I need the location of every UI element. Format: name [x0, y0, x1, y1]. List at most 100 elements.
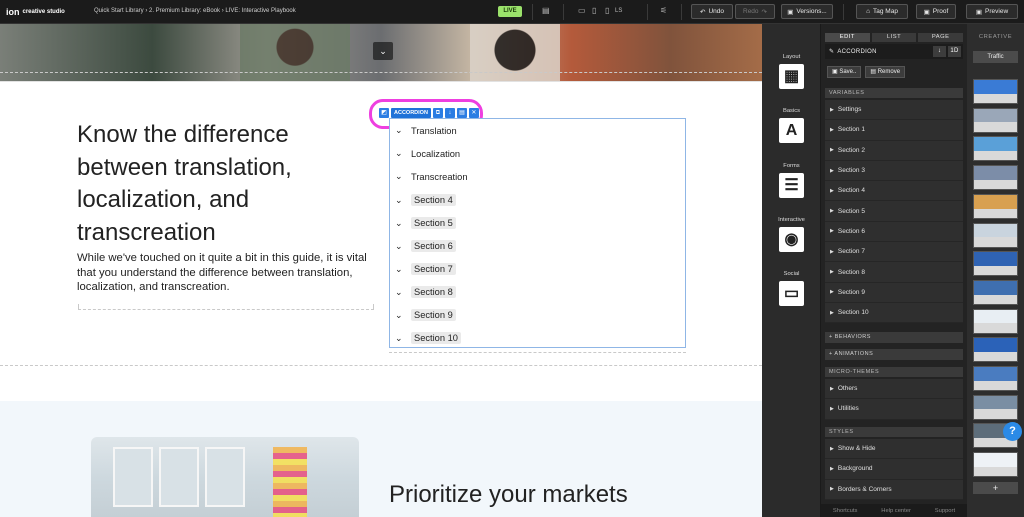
- select-icon[interactable]: ◩: [379, 108, 389, 118]
- animations-toggle[interactable]: + ANIMATIONS: [825, 349, 963, 360]
- micro-theme-item[interactable]: ▶ Others: [825, 379, 963, 400]
- chevron-down-icon[interactable]: ⌄: [373, 42, 393, 60]
- section-headline[interactable]: Prioritize your markets: [389, 481, 628, 509]
- variable-item[interactable]: ▶ Section 1: [825, 120, 963, 141]
- page-thumbnail[interactable]: [973, 452, 1018, 478]
- panel-footer: Shortcuts Help center Support: [821, 504, 967, 517]
- help-center-link[interactable]: Help center: [881, 508, 911, 514]
- element-basics[interactable]: Basics A: [762, 108, 821, 143]
- page-headline[interactable]: Know the difference between translation,…: [77, 119, 377, 249]
- page-thumbnail[interactable]: [973, 366, 1018, 391]
- page-thumbnail[interactable]: [973, 165, 1018, 191]
- page-thumbnail[interactable]: [973, 394, 1018, 420]
- variable-item[interactable]: ▶ Section 8: [825, 262, 963, 283]
- help-button[interactable]: ?: [1003, 422, 1022, 441]
- desktop-icon[interactable]: ▭: [578, 6, 586, 15]
- element-label[interactable]: ACCORDION: [391, 108, 431, 118]
- element-social[interactable]: Social ▭: [762, 271, 821, 306]
- page-thumbnail[interactable]: [973, 79, 1018, 104]
- tablet-icon[interactable]: ▯: [592, 6, 596, 15]
- accordion-item[interactable]: ⌄ Section 10: [395, 332, 461, 344]
- undo-button[interactable]: ↶ Undo: [691, 4, 733, 19]
- variable-item[interactable]: ▶ Section 9: [825, 283, 963, 303]
- body-paragraph[interactable]: While we've touched on it quite a bit in…: [77, 251, 377, 295]
- element-interactive[interactable]: Interactive ◉: [762, 217, 821, 252]
- variable-item[interactable]: ▶ Section 3: [825, 161, 963, 182]
- micro-theme-label: Others: [837, 385, 858, 393]
- variable-item[interactable]: ▶ Section 10: [825, 303, 963, 324]
- accordion-item[interactable]: ⌄ Section 8: [395, 286, 456, 298]
- move-down-icon[interactable]: ↓: [444, 108, 455, 118]
- accordion[interactable]: ⌄ Translation ⌄ Localization ⌄ Transcreatio…: [389, 118, 686, 348]
- add-page-button[interactable]: +: [973, 482, 1018, 494]
- versions-label: Versions...: [796, 8, 827, 15]
- style-item[interactable]: ▶ Background: [825, 459, 963, 480]
- tab-list[interactable]: LIST: [871, 33, 917, 42]
- style-item[interactable]: ▶ Borders & Corners: [825, 480, 963, 500]
- traffic-button[interactable]: Traffic: [973, 51, 1018, 63]
- caret-right-icon: ▶: [830, 385, 834, 392]
- versions-button[interactable]: ▣ Versions...: [781, 4, 833, 19]
- accordion-item[interactable]: ⌄ Section 7: [395, 263, 456, 275]
- micro-theme-item[interactable]: ▶ Utilities: [825, 399, 963, 420]
- layout-toggle-icon[interactable]: ▤: [542, 6, 550, 15]
- page-thumbnail[interactable]: [973, 107, 1018, 133]
- accordion-item[interactable]: ⌄ Section 5: [395, 217, 456, 229]
- remove-button[interactable]: ▤ Remove: [865, 66, 906, 78]
- accordion-item[interactable]: ⌄ Localization: [395, 148, 460, 159]
- hero-image-person: [240, 24, 350, 82]
- tab-edit[interactable]: EDIT: [825, 33, 870, 42]
- settings-icon[interactable]: ▤: [456, 108, 467, 118]
- proof-button[interactable]: ▣ Proof: [916, 4, 956, 19]
- preview-button[interactable]: ▣ Preview: [966, 4, 1018, 19]
- phone-icon[interactable]: ▯: [605, 6, 609, 15]
- duplicate-icon[interactable]: ⧉: [432, 108, 443, 118]
- download-icon[interactable]: ↓: [933, 46, 946, 57]
- tab-page[interactable]: PAGE: [918, 33, 964, 42]
- save-button[interactable]: ▣ Save..: [827, 66, 862, 78]
- variable-item[interactable]: ▶ Settings: [825, 100, 963, 121]
- page-thumbnail[interactable]: [973, 337, 1018, 363]
- proof-icon: ▣: [923, 8, 930, 16]
- sliders-icon[interactable]: ⚟: [660, 6, 667, 15]
- variable-item[interactable]: ▶ Section 6: [825, 222, 963, 243]
- breadcrumb[interactable]: Quick Start Library › 2. Premium Library…: [94, 8, 296, 14]
- variable-item[interactable]: ▶ Section 2: [825, 141, 963, 161]
- accordion-item[interactable]: ⌄ Section 4: [395, 194, 456, 206]
- page-thumbnail[interactable]: [973, 251, 1018, 277]
- accordion-item[interactable]: ⌄ Translation: [395, 125, 457, 136]
- editor-canvas[interactable]: ⌄ Know the difference between translatio…: [0, 24, 762, 517]
- logo[interactable]: ion creative studio: [6, 7, 65, 17]
- variable-label: Section 7: [837, 248, 865, 256]
- variable-item[interactable]: ▶ Section 7: [825, 242, 963, 263]
- section-photo[interactable]: [91, 437, 359, 517]
- caret-right-icon: ▶: [830, 208, 834, 215]
- variable-item[interactable]: ▶ Section 4: [825, 181, 963, 202]
- variable-item[interactable]: ▶ Section 5: [825, 201, 963, 222]
- element-layout[interactable]: Layout ▦: [762, 54, 821, 89]
- shortcuts-link[interactable]: Shortcuts: [833, 508, 858, 514]
- thumbnail-preview: [974, 194, 1017, 209]
- trash-icon[interactable]: ✕: [468, 108, 479, 118]
- accordion-item[interactable]: ⌄ Section 6: [395, 240, 456, 252]
- dimension-badge[interactable]: 1D: [948, 46, 961, 57]
- redo-button[interactable]: Redo ↷: [735, 4, 775, 19]
- page-thumbnail[interactable]: [973, 136, 1018, 162]
- page-thumbnail[interactable]: [973, 308, 1018, 334]
- behaviors-toggle[interactable]: + BEHAVIORS: [825, 332, 963, 343]
- variable-label: Section 10: [837, 309, 869, 317]
- element-forms[interactable]: Forms ☰: [762, 163, 821, 198]
- style-label: Borders & Corners: [837, 485, 892, 493]
- versions-icon: ▣: [787, 8, 794, 16]
- page-thumbnail[interactable]: [973, 222, 1018, 248]
- style-item[interactable]: ▶ Show & Hide: [825, 439, 963, 460]
- support-link[interactable]: Support: [935, 508, 955, 514]
- block-boundary: [78, 304, 79, 310]
- device-label[interactable]: LS: [615, 8, 622, 14]
- page-thumbnail[interactable]: [973, 279, 1018, 305]
- accordion-item[interactable]: ⌄ Transcreation: [395, 171, 468, 182]
- accordion-item[interactable]: ⌄ Section 9: [395, 309, 456, 321]
- page-thumbnail[interactable]: [973, 193, 1018, 219]
- tag-map-button[interactable]: ⌂ Tag Map: [856, 4, 908, 19]
- variable-label: Section 2: [837, 146, 865, 154]
